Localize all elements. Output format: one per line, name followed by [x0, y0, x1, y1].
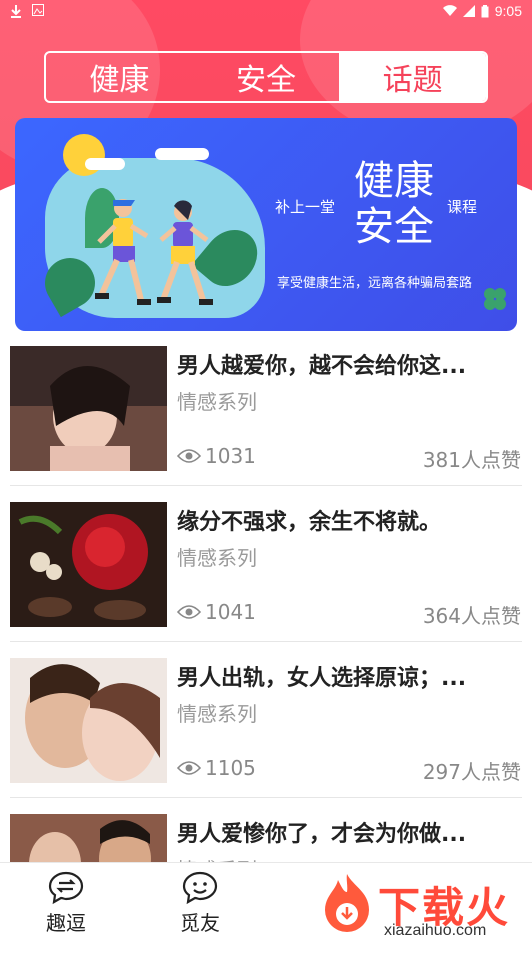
clover-icon: [484, 288, 506, 310]
image-icon: [32, 4, 44, 16]
view-count: 1105: [177, 756, 256, 780]
cloud-icon: [155, 148, 209, 160]
eye-icon: [177, 605, 201, 619]
watermark-logo: 下载火 xiazaihuo.com: [312, 868, 532, 944]
segment-tabs: 健康 安全 话题: [44, 51, 488, 103]
article-title: 男人爱惨你了，才会为你做...: [177, 822, 467, 847]
list-item[interactable]: 缘分不强求，余生不将就。 情感系列 1041 364人点赞: [0, 494, 532, 650]
eye-icon: [177, 761, 201, 775]
cloud-icon: [85, 158, 125, 170]
list-item[interactable]: 男人出轨，女人选择原谅；... 情感系列 1105 297人点赞: [0, 650, 532, 806]
status-time: 9:05: [494, 3, 522, 19]
signal-icon: [462, 5, 475, 17]
wifi-icon: [442, 5, 457, 17]
nav-label: 趣逗: [46, 911, 86, 935]
tab-safety[interactable]: 安全: [193, 53, 340, 101]
divider: [10, 485, 522, 486]
nav-label: 觅友: [180, 911, 220, 935]
battery-icon: [481, 4, 489, 17]
article-category: 情感系列: [177, 546, 257, 570]
like-count: 297人点赞: [422, 760, 521, 784]
banner-right-text: 课程: [447, 198, 478, 216]
tab-topics[interactable]: 话题: [339, 53, 486, 101]
divider: [10, 641, 522, 642]
nav-item-qudou[interactable]: 趣逗: [26, 871, 106, 936]
eye-icon: [177, 449, 201, 463]
list-item[interactable]: 男人越爱你，越不会给你这... 情感系列 1031 381人点赞: [0, 338, 532, 494]
divider: [10, 797, 522, 798]
banner-left-text: 补上一堂: [275, 198, 336, 216]
banner-title-line2: 安全: [354, 204, 434, 250]
article-thumbnail: [10, 658, 167, 783]
watermark-domain: xiazaihuo.com: [384, 922, 487, 939]
runner-woman-illustration: [157, 200, 213, 305]
like-count: 381人点赞: [422, 448, 521, 472]
flame-logo-icon: [325, 874, 369, 932]
article-title: 缘分不强求，余生不将就。: [177, 510, 442, 535]
promo-banner[interactable]: 补上一堂 健康 安全 课程 享受健康生活，远离各种骗局套路: [15, 118, 517, 331]
view-count: 1031: [177, 444, 256, 468]
article-title: 男人越爱你，越不会给你这...: [177, 354, 467, 379]
view-count-value: 1041: [205, 600, 256, 624]
view-count-value: 1105: [205, 756, 256, 780]
view-count: 1041: [177, 600, 256, 624]
download-icon: [11, 5, 21, 18]
banner-title-line1: 健康: [354, 158, 434, 204]
like-count: 364人点赞: [422, 604, 521, 628]
banner-tagline: 享受健康生活，远离各种骗局套路: [277, 276, 473, 291]
article-category: 情感系列: [177, 702, 257, 726]
article-thumbnail: [10, 346, 167, 471]
swap-chat-icon: [48, 871, 84, 905]
nav-item-mi-you[interactable]: 觅友: [160, 871, 240, 936]
tab-health[interactable]: 健康: [46, 53, 193, 101]
status-bar: 9:05: [0, 0, 532, 24]
smile-chat-icon: [182, 871, 218, 905]
article-thumbnail: [10, 502, 167, 627]
article-title: 男人出轨，女人选择原谅；...: [177, 666, 467, 691]
view-count-value: 1031: [205, 444, 256, 468]
article-category: 情感系列: [177, 390, 257, 414]
